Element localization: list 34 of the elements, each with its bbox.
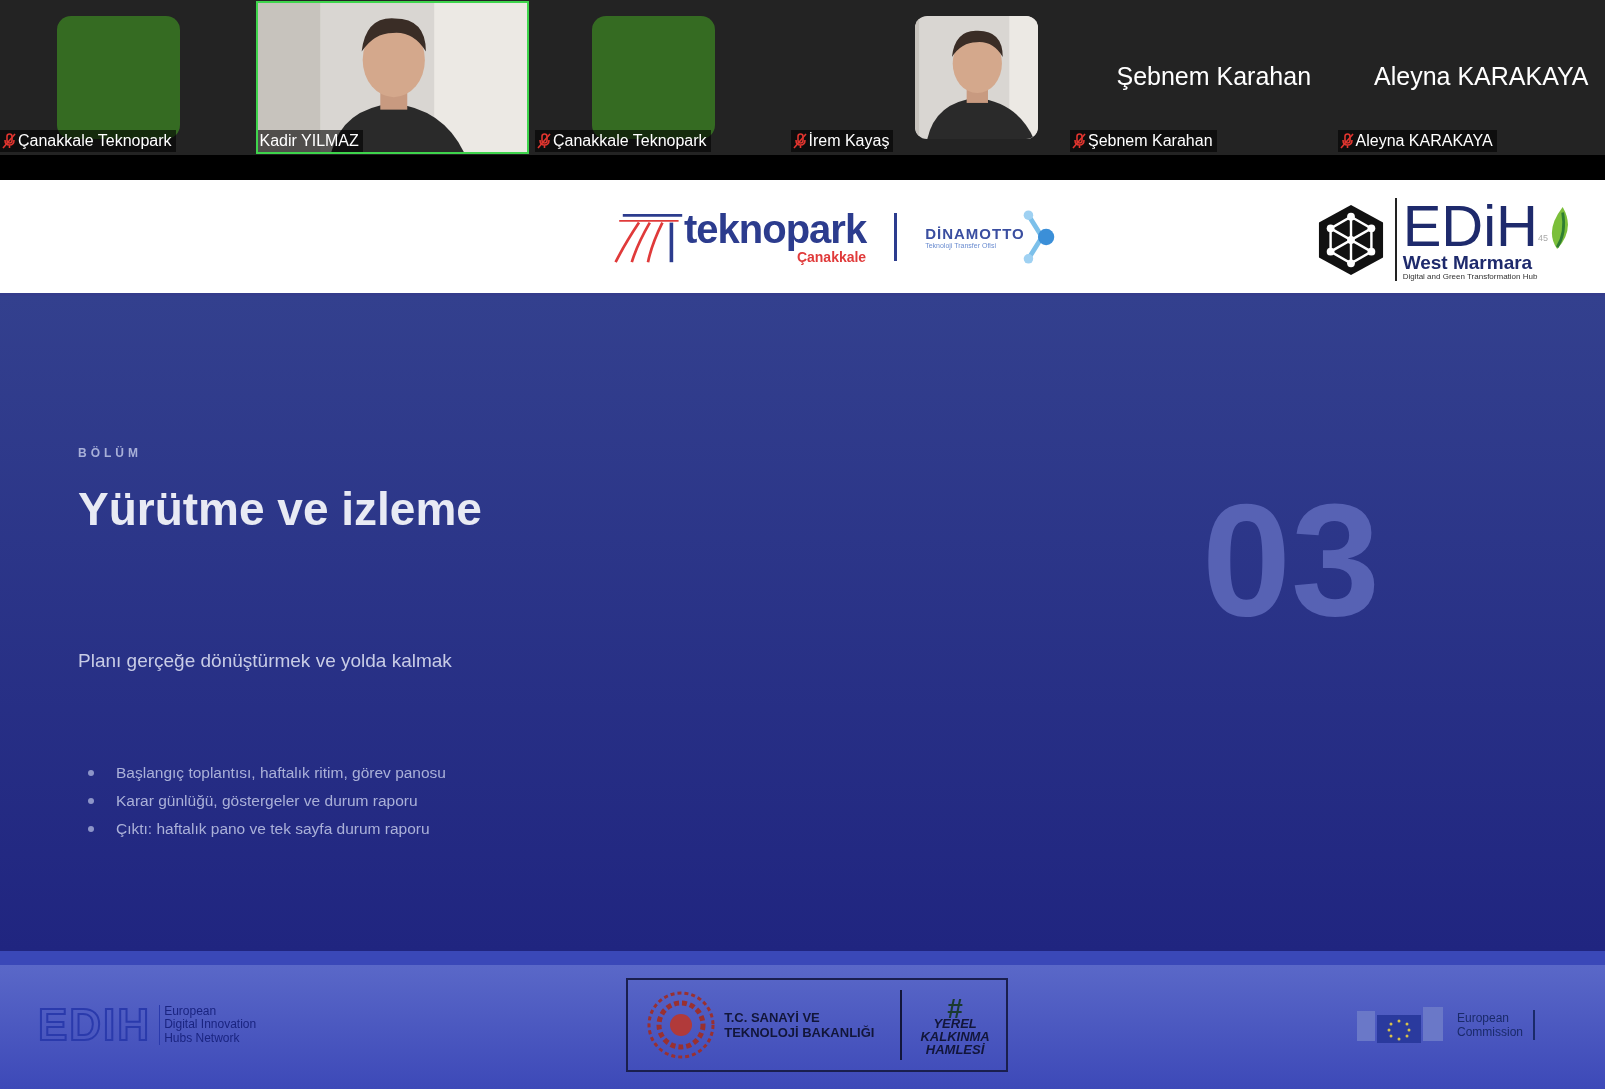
bullet-dot-icon [88, 798, 94, 804]
seal-icon [646, 990, 717, 1060]
participant-name: Kadir YILMAZ [259, 132, 359, 150]
logo-text: TEKNOLOJİ BAKANLIĞI [724, 1025, 875, 1040]
bullet-text: Karar günlüğü, göstergeler ve durum raporu [116, 792, 418, 810]
logo-text: European [1457, 1011, 1511, 1025]
logo-text: EDiH [1402, 198, 1538, 254]
logo-text: Digital Innovation [164, 1018, 257, 1032]
logo-text: Çanakkale [796, 248, 867, 265]
participant-name: Aleyna KARAKAYA [1355, 132, 1493, 150]
participant-name: İrem Kayaş [808, 132, 890, 150]
bullet-text: Başlangıç toplantısı, haftalık ritim, görev panosu [116, 764, 446, 782]
section-label: BÖLÜM [78, 446, 143, 460]
logo-text: KALKINMA [920, 1029, 990, 1043]
logo-text: West Marmara [1402, 253, 1534, 273]
participant-name: Çanakkale Teknopark [553, 132, 707, 150]
logo-text: DİNAMOTTO [925, 224, 1025, 242]
participant-name: Aleyna KARAKAYA [1374, 62, 1589, 91]
slide-subtitle: Planı gerçeğe dönüştürmek ve yolda kalmak [78, 650, 453, 672]
logo-text: 45 [1538, 233, 1548, 244]
logo-text: Hubs Network [164, 1031, 241, 1045]
logo-text: T.C. SANAYİ VE [724, 1010, 821, 1025]
logo-text: Digital and Green Transformation Hub [1402, 272, 1539, 282]
participant-name: Çanakkale Teknopark [18, 132, 172, 150]
participant-name: Şebnem Karahan [1116, 62, 1312, 91]
logo-text: HAMLESİ [925, 1042, 985, 1056]
participant-name: Şebnem Karahan [1088, 132, 1213, 150]
bullet-dot-icon [88, 770, 94, 776]
bullet-text: Çıktı: haftalık pano ve tek sayfa durum raporu [116, 820, 430, 838]
logo-text: European [164, 1005, 218, 1019]
slide-title: Yürütme ve izleme [78, 482, 482, 536]
bullet-dot-icon [88, 826, 94, 832]
logo-text: Commission [1457, 1025, 1523, 1039]
logo-text: teknopark [684, 208, 867, 249]
